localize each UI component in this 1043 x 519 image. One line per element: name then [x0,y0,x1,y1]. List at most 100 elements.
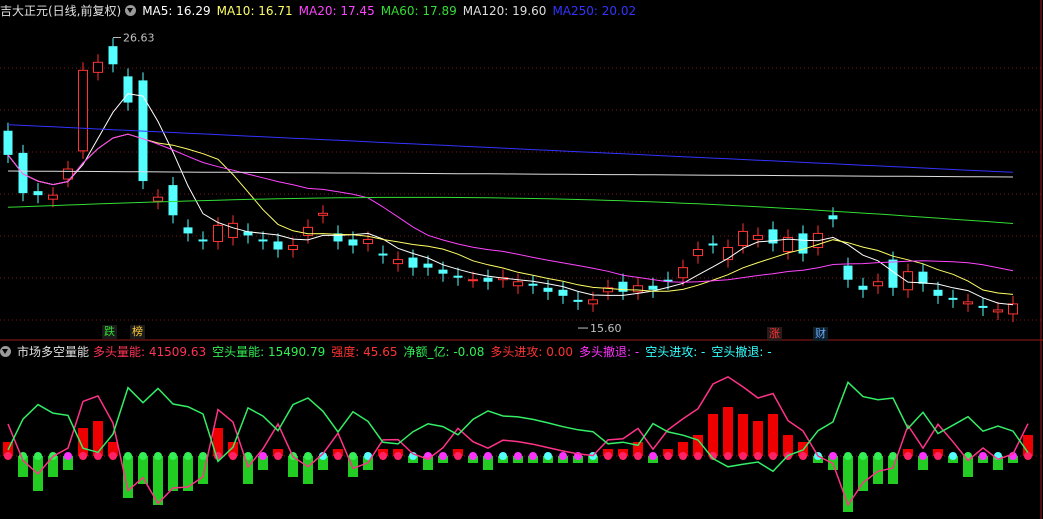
candle-up [393,259,403,265]
candle-up [318,212,328,216]
candle-down [108,46,118,65]
signal-dot [304,452,312,460]
signal-dot [844,452,852,460]
ma250-line [7,124,1014,173]
candle-down [168,185,178,216]
candle-down [183,227,193,234]
signal-dot [829,452,837,460]
signal-dot [199,452,207,460]
candle-down [558,289,568,296]
signal-dot [859,452,867,460]
candle-down [648,285,658,290]
candle-down [33,191,43,196]
candle-down [378,253,388,256]
candle-down [453,275,463,278]
bear-bar [183,456,193,491]
signal-dot [919,452,927,460]
candle-up [693,249,703,257]
candle-up [738,230,748,246]
event-tag-finance[interactable]: 财 [813,327,828,341]
signal-dot [514,452,522,460]
low-price-label: 15.60 [590,322,622,335]
candle-down [423,263,433,268]
candle-down [3,130,13,155]
signal-dot [799,452,807,460]
event-tag-list[interactable]: 榜 [130,325,145,339]
signal-dot [754,452,762,460]
signal-dot [154,452,162,460]
signal-dot [34,452,42,460]
signal-dot [769,452,777,460]
candle-up [723,247,733,261]
signal-dot [64,452,72,460]
candle-down [198,239,208,242]
signal-dot [739,452,747,460]
ma120-line [7,170,1014,178]
signal-dot [634,452,642,460]
signal-dot [229,452,237,460]
signal-dot [529,452,537,460]
ma20-line [7,133,1014,283]
signal-dot [94,452,102,460]
signal-dot [874,452,882,460]
candle-up [633,285,643,293]
signal-dot [184,452,192,460]
candle-down [408,257,418,268]
signal-dot [604,452,612,460]
signal-dot [619,452,627,460]
candle-up [963,301,973,305]
signal-dot [274,452,282,460]
bear-bar [168,456,178,491]
signal-dot [559,452,567,460]
candle-down [948,297,958,300]
bear-bar [303,456,313,484]
candle-up [363,238,373,244]
candle-down [543,287,553,292]
event-tag-fall[interactable]: 跌 [102,325,117,339]
signal-dot [79,452,87,460]
candle-up [753,234,763,240]
candle-up [468,279,478,282]
signal-dot [394,452,402,460]
candle-down [438,269,448,274]
candle-down [933,289,943,296]
signal-dot [934,452,942,460]
candle-up [1008,303,1018,315]
signal-dot [349,452,357,460]
bear-bar [858,456,868,491]
signal-dot [439,452,447,460]
signal-dot [484,452,492,460]
candle-up [513,281,523,287]
candle-down [618,281,628,292]
signal-dot [1024,452,1032,460]
candle-down [528,283,538,286]
candle-down [918,271,928,284]
candle-up [588,299,598,305]
event-tag-rise[interactable]: 涨 [767,327,782,341]
candle-down [123,76,133,103]
candle-up [288,244,298,251]
candle-down [858,285,868,290]
candle-down [708,243,718,246]
signal-dot [679,452,687,460]
signal-dot [454,452,462,460]
candle-down [843,265,853,280]
candle-up [678,267,688,279]
candle-up [903,271,913,291]
bear-bar [243,456,253,484]
signal-dot [664,452,672,460]
signal-dot [139,452,147,460]
signal-dot [4,452,12,460]
bull-bar [768,414,778,456]
signal-dot [979,452,987,460]
ma10-line [7,133,1014,295]
signal-dot [724,452,732,460]
candle-up [78,69,88,152]
candle-down [18,152,28,194]
signal-dot [499,452,507,460]
price-chart[interactable]: 26.63 15.60 [0,0,1043,519]
signal-dot [379,452,387,460]
candle-down [273,241,283,250]
signal-dot [469,452,477,460]
candle-up [153,196,163,202]
